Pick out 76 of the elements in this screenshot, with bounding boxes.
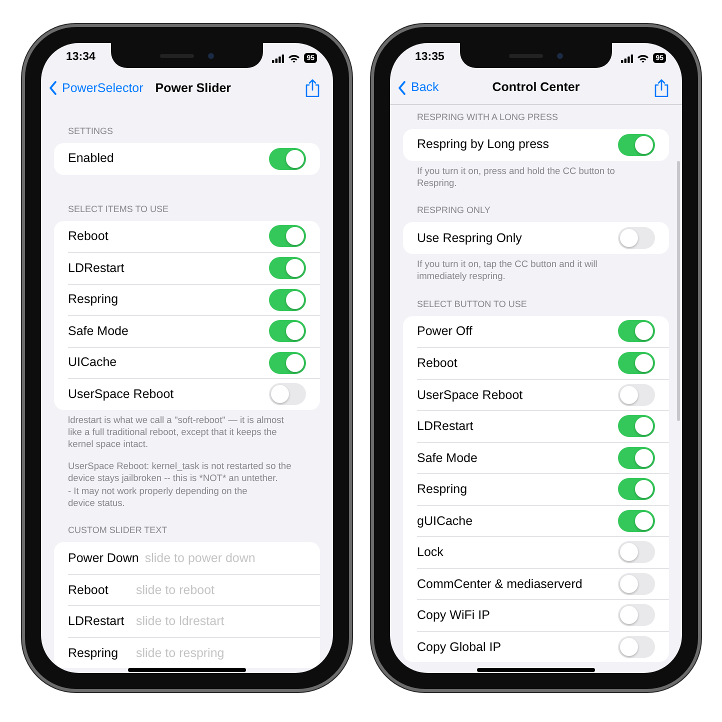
toggle-switch[interactable] (618, 636, 655, 658)
toggle-switch[interactable] (269, 257, 306, 280)
toggle-switch[interactable] (618, 572, 655, 595)
status-time: 13:35 (415, 50, 444, 66)
input-field[interactable]: slide to respring (136, 644, 306, 662)
toggle-switch[interactable] (618, 541, 655, 564)
footer-note: If you turn it on, tap the CC button and it will immediately respring. (417, 258, 598, 283)
footer-note: UserSpace Reboot: kernel_task is not restarted so the device stays jailbroken -- this is *NOT* an untether. - It may not work properly depending on the device status. (68, 460, 292, 510)
section-header: SETTINGS (67, 126, 114, 137)
section-header: SELECT ITEMS TO USE (67, 204, 170, 214)
section-header: RESPRING WITH A LONG PRESS (416, 112, 560, 123)
row-label: Copy Global IP (417, 638, 502, 656)
row-label: LDRestart (68, 613, 126, 630)
toggle-switch[interactable] (618, 604, 655, 626)
input-field[interactable]: slide to power down (144, 548, 306, 568)
share-icon (305, 79, 320, 97)
toggle-switch[interactable] (618, 510, 655, 532)
row-label: gUICache (417, 512, 473, 530)
toggle-switch[interactable] (618, 384, 655, 406)
share-button[interactable] (305, 79, 320, 97)
toggle-switch[interactable] (269, 148, 306, 170)
section-header: SELECT BUTTON TO USE (416, 298, 528, 310)
input-field[interactable]: slide to ldrestart (136, 612, 306, 631)
row-label: LDRestart (68, 260, 124, 277)
nav-title: Power Slider (155, 80, 232, 97)
toggle-switch[interactable] (618, 478, 655, 500)
toggle-switch[interactable] (618, 446, 655, 469)
back-button[interactable]: Back (398, 78, 439, 97)
back-label: PowerSelector (62, 80, 144, 97)
toggle-switch[interactable] (269, 320, 306, 342)
row-label: Use Respring Only (417, 230, 522, 247)
section-header: CUSTOM SLIDER TEXT (67, 525, 168, 536)
row-label: Respring (68, 644, 120, 662)
chevron-left-icon (398, 80, 406, 94)
back-button[interactable]: PowerSelector (49, 78, 144, 98)
row-label: Lock (417, 544, 444, 561)
row-label: Copy WiFi IP (417, 607, 490, 624)
toggle-switch[interactable] (618, 415, 655, 438)
input-field[interactable]: slide to reboot (136, 580, 306, 600)
share-button[interactable] (654, 78, 669, 96)
row-label: CommCenter & mediaserverd (417, 576, 582, 592)
row-label: LDRestart (417, 418, 474, 435)
toggle-switch[interactable] (618, 352, 655, 374)
toggle-switch[interactable] (618, 134, 655, 156)
row-label: Respring (417, 481, 468, 498)
section-header: RESPRING ONLY (416, 205, 492, 216)
wifi-icon (288, 54, 300, 62)
footer-note: ldrestart is what we call a "soft-reboot" — it is almost like a full traditional reboot, except that it keeps the kernel space intact. (68, 414, 285, 451)
row-label: Safe Mode (417, 450, 478, 466)
row-label: Enabled (68, 150, 114, 168)
toggle-switch[interactable] (269, 288, 306, 311)
row-label: Power Off (417, 323, 472, 340)
row-label: Safe Mode (68, 322, 128, 340)
wifi-icon (637, 54, 650, 62)
back-label: Back (411, 79, 439, 96)
row-label: UserSpace Reboot (417, 386, 523, 404)
toggle-switch[interactable] (618, 227, 655, 250)
signal-icon (621, 54, 634, 62)
footer-note: If you turn it on, press and hold the CC button to Respring. (417, 164, 616, 190)
row-label: Power Down (68, 550, 139, 567)
chevron-left-icon (49, 81, 57, 95)
toggle-switch[interactable] (269, 383, 306, 406)
row-label: Respring (68, 291, 118, 308)
share-icon (654, 78, 669, 96)
toggle-switch[interactable] (618, 320, 655, 342)
row-label: UICache (68, 354, 117, 372)
toggle-switch[interactable] (269, 225, 306, 248)
row-label: Reboot (68, 228, 108, 245)
toggle-switch[interactable] (269, 352, 306, 374)
row-label: UserSpace Reboot (68, 386, 174, 403)
signal-icon (272, 54, 284, 62)
row-label: Reboot (417, 355, 458, 372)
row-label: Respring by Long press (417, 136, 550, 154)
status-time: 13:34 (66, 50, 96, 66)
row-label: Reboot (68, 582, 110, 599)
nav-title: Control Center (492, 79, 580, 96)
